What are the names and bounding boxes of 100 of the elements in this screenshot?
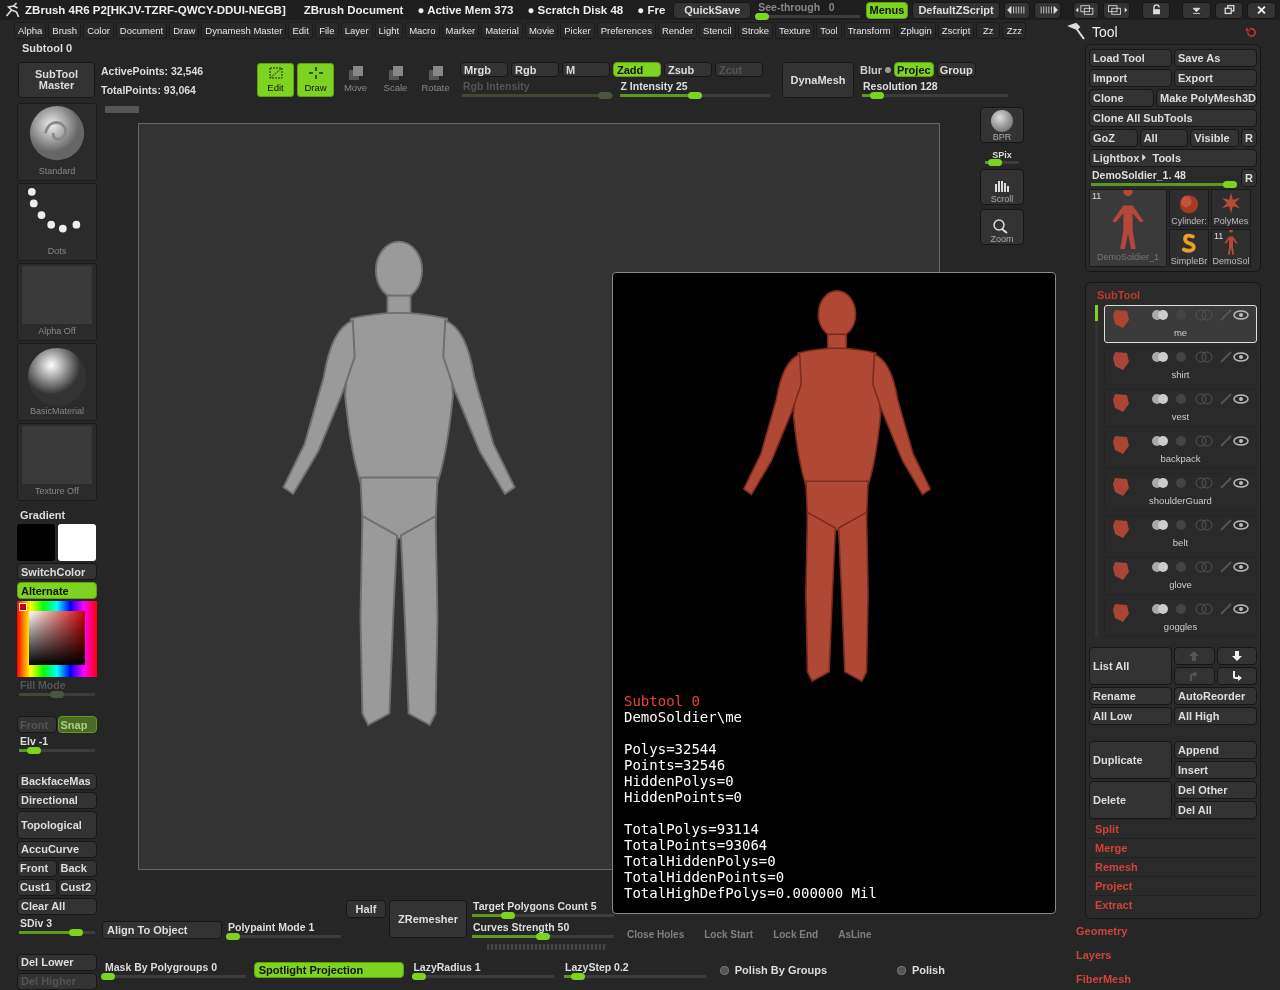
tool-button[interactable]: Make PolyMesh3D: [1156, 89, 1257, 107]
color-swatch[interactable]: [17, 524, 55, 561]
tool-button[interactable]: Visible: [1190, 129, 1239, 147]
delete-button[interactable]: Delete: [1089, 781, 1172, 819]
tool-button[interactable]: Export: [1174, 69, 1257, 87]
menu-item[interactable]: Zscript: [937, 22, 975, 39]
menu-item[interactable]: File: [314, 22, 339, 39]
tool-thumbnail[interactable]: 11 DemoSol: [1211, 229, 1251, 267]
layout-left-icon[interactable]: [1072, 1, 1100, 19]
bottom-slider[interactable]: LazyRadius 1: [410, 961, 557, 979]
z-intensity-slider[interactable]: Z Intensity 25: [617, 80, 772, 98]
tool-button[interactable]: Move: [337, 63, 374, 97]
radio-option[interactable]: Polish By Groups: [719, 964, 885, 976]
subtool-item[interactable]: me: [1104, 305, 1257, 343]
zoom-button[interactable]: Zoom: [980, 209, 1024, 245]
scroll-button[interactable]: Scroll: [980, 169, 1024, 205]
bottom-slider[interactable]: Curves Strength 50: [470, 921, 616, 940]
list-all-button[interactable]: List All: [1089, 647, 1172, 685]
tool-button[interactable]: R: [1241, 169, 1257, 187]
menu-item[interactable]: Document: [115, 22, 168, 39]
tool-button[interactable]: Clone: [1089, 89, 1154, 107]
bottom-button[interactable]: Spotlight Projection: [253, 962, 405, 978]
left-button[interactable]: SwitchColor: [17, 563, 97, 580]
menu-item[interactable]: Dynamesh Master: [201, 22, 287, 39]
left-button[interactable]: Topological: [17, 810, 97, 839]
tool-thumbnail[interactable]: SimpleBr: [1169, 229, 1209, 267]
menu-item[interactable]: Macro: [405, 22, 440, 39]
close-icon[interactable]: [1247, 1, 1276, 19]
menu-item[interactable]: Zplugin: [896, 22, 936, 39]
palette-tile[interactable]: BasicMaterial: [17, 343, 97, 421]
auto-reorder-button[interactable]: AutoReorder: [1174, 687, 1257, 705]
subtool-item[interactable]: vest: [1104, 389, 1257, 427]
bpr-button[interactable]: BPR: [980, 107, 1024, 143]
tool-thumbnail[interactable]: 11 DemoSoldier_1: [1089, 189, 1167, 267]
current-tool-slider[interactable]: DemoSoldier_1. 48: [1089, 169, 1239, 187]
tool-button[interactable]: Clone All SubTools: [1089, 109, 1257, 127]
subtool-item[interactable]: goggles: [1104, 599, 1257, 637]
left-slider[interactable]: Elv -1: [17, 735, 97, 771]
menu-item[interactable]: Preferences: [596, 22, 656, 39]
bottom-slider[interactable]: Mask By Polygroups 0: [102, 961, 248, 979]
left-button[interactable]: Directional: [17, 791, 97, 809]
tool-button[interactable]: GoZ: [1089, 129, 1138, 147]
tool-button[interactable]: All: [1139, 129, 1189, 147]
color-swatch[interactable]: [58, 524, 96, 561]
menu-item[interactable]: Picker: [560, 22, 595, 39]
subtool-item[interactable]: belt: [1104, 515, 1257, 553]
dynamesh-button[interactable]: DynaMesh: [782, 62, 854, 98]
sculpt-mode-button[interactable]: Zadd: [613, 62, 661, 77]
menu-item[interactable]: Render: [657, 22, 698, 39]
bottom-slider[interactable]: LazyStep 0.2: [562, 961, 708, 979]
color-mode-button[interactable]: Rgb: [511, 62, 559, 77]
menu-item[interactable]: Marker: [441, 22, 480, 39]
all-high-button[interactable]: All High: [1174, 707, 1257, 725]
scroll-right-icon[interactable]: [1034, 1, 1061, 19]
spix-slider[interactable]: SPix: [980, 147, 1024, 165]
left-button[interactable]: Del Lower: [17, 954, 97, 971]
bottom-slider[interactable]: Polypaint Mode 1: [225, 921, 343, 940]
script-button[interactable]: DefaultZScript: [912, 1, 1000, 19]
menu-item[interactable]: Texture: [775, 22, 815, 39]
scroll-left-icon[interactable]: [1003, 1, 1031, 19]
duplicate-button[interactable]: Duplicate: [1089, 741, 1172, 779]
left-button[interactable]: Back: [57, 859, 97, 877]
palette-tile[interactable]: Standard: [17, 103, 97, 181]
menu-item[interactable]: Alpha: [14, 22, 47, 39]
sculpt-mode-button[interactable]: Zsub: [664, 62, 712, 77]
bottom-slider[interactable]: Target Polygons Count 5: [470, 900, 616, 919]
shelf-grip[interactable]: [487, 944, 607, 950]
insert-button[interactable]: Insert: [1174, 761, 1257, 779]
quicksave-button[interactable]: QuickSave: [673, 1, 752, 19]
menu-item[interactable]: Tool: [816, 22, 842, 39]
menu-item[interactable]: Zzz: [1002, 22, 1027, 39]
menu-item[interactable]: Material: [481, 22, 523, 39]
all-low-button[interactable]: All Low: [1089, 707, 1172, 725]
left-button[interactable]: BackfaceMas: [17, 772, 97, 790]
bottom-button[interactable]: ZRemesher: [389, 900, 467, 938]
menu-item[interactable]: Layer: [340, 22, 373, 39]
project-toggle[interactable]: Projec: [894, 62, 934, 77]
menu-item[interactable]: Movie: [524, 22, 559, 39]
menu-item[interactable]: Stroke: [737, 22, 774, 39]
tool-button[interactable]: R: [1241, 129, 1257, 147]
palette-tile[interactable]: Texture Off: [17, 423, 97, 501]
del-other-button[interactable]: Del Other: [1174, 781, 1257, 799]
color-mode-button[interactable]: M: [562, 62, 610, 77]
menu-item[interactable]: Light: [374, 22, 404, 39]
tool-thumbnail[interactable]: PolyMes: [1211, 189, 1251, 227]
layout-right-icon[interactable]: [1103, 1, 1131, 19]
tool-button[interactable]: Load Tool: [1089, 49, 1172, 67]
menu-item[interactable]: Transform: [843, 22, 895, 39]
tool-button[interactable]: Rotate: [417, 63, 454, 97]
left-button[interactable]: Cust2: [57, 878, 97, 896]
see-through-slider[interactable]: See-through 0: [755, 1, 862, 19]
tool-button[interactable]: Scale: [377, 63, 414, 97]
subtool-item[interactable]: shirt: [1104, 347, 1257, 385]
left-button[interactable]: Clear All: [17, 897, 97, 915]
menu-item[interactable]: Color: [83, 22, 114, 39]
left-slider[interactable]: SDiv 3: [17, 916, 97, 952]
left-button[interactable]: Front: [17, 859, 57, 877]
menu-item[interactable]: Zz: [976, 22, 1001, 39]
menu-item[interactable]: Draw: [169, 22, 200, 39]
bottom-button[interactable]: Align To Object: [102, 921, 222, 939]
